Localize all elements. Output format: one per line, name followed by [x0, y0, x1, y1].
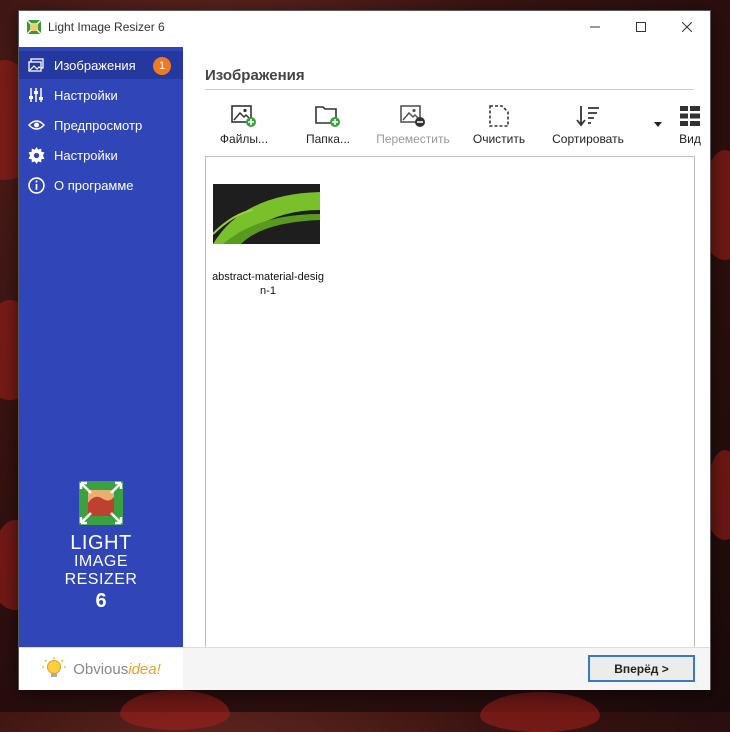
- sidebar-item-images[interactable]: Изображения 1: [19, 51, 183, 79]
- image-list[interactable]: abstract-material-design-1: [205, 156, 695, 649]
- move-label: Переместить: [376, 132, 450, 146]
- obviousidea-logo[interactable]: Obvious idea!: [19, 647, 183, 690]
- image-filename: abstract-material-design-1: [212, 271, 324, 297]
- sidebar-item-label: Изображения: [54, 57, 136, 73]
- gear-icon: [27, 146, 45, 164]
- brand-obvious: Obvious: [73, 660, 129, 678]
- sort-icon: [575, 103, 601, 129]
- main-panel: Изображения Файлы... Папка... Переместит…: [183, 43, 710, 649]
- add-image-icon: [231, 103, 257, 129]
- product-brand: LIGHT IMAGE RESIZER 6: [19, 481, 183, 613]
- bottom-bar: Вперёд >: [183, 647, 710, 690]
- minimize-icon: [590, 26, 600, 28]
- eye-icon: [27, 116, 45, 134]
- maximize-icon: [636, 22, 646, 32]
- background-leaf: [120, 690, 230, 730]
- close-icon: [682, 22, 692, 32]
- brand-version: 6: [95, 590, 107, 612]
- close-button[interactable]: [664, 11, 710, 43]
- page-title: Изображения: [205, 67, 305, 84]
- sort-button[interactable]: Сортировать: [552, 103, 624, 153]
- brand-line-light: LIGHT: [70, 532, 132, 554]
- window-title: Light Image Resizer 6: [48, 20, 165, 34]
- sidebar-item-label: Предпросмотр: [54, 117, 143, 133]
- resizer-logo-icon: [79, 481, 123, 525]
- sidebar-item-label: Настройки: [54, 147, 118, 163]
- view-label: Вид: [679, 132, 701, 146]
- title-bar[interactable]: Light Image Resizer 6: [19, 11, 710, 43]
- sidebar-item-about[interactable]: О программе: [19, 171, 183, 199]
- obviousidea-brand: Obvious idea!: [41, 656, 161, 682]
- background-leaf: [480, 692, 600, 732]
- sidebar-item-settings[interactable]: Настройки: [19, 81, 183, 109]
- clear-button[interactable]: Очистить: [472, 103, 526, 153]
- sort-dropdown-icon[interactable]: [654, 122, 662, 128]
- add-folder-icon: [315, 103, 341, 129]
- add-folder-button[interactable]: Папка...: [301, 103, 355, 153]
- lightbulb-icon: [42, 657, 67, 677]
- app-icon: [27, 20, 41, 34]
- sort-label: Сортировать: [552, 132, 624, 146]
- app-window: Light Image Resizer 6 Изображения 1 Наст…: [19, 11, 710, 690]
- clear-label: Очистить: [472, 132, 526, 146]
- sidebar-item-preview[interactable]: Предпросмотр: [19, 111, 183, 139]
- sidebar-item-app-settings[interactable]: Настройки: [19, 141, 183, 169]
- image-thumbnail[interactable]: [213, 184, 320, 244]
- maximize-button[interactable]: [618, 11, 664, 43]
- move-button[interactable]: Переместить: [376, 103, 450, 153]
- sliders-icon: [27, 86, 45, 104]
- add-folder-label: Папка...: [306, 132, 350, 146]
- images-icon: [27, 56, 45, 74]
- add-files-label: Файлы...: [219, 132, 269, 146]
- add-files-button[interactable]: Файлы...: [219, 103, 269, 153]
- sidebar-item-label: Настройки: [54, 87, 118, 103]
- brand-idea: idea!: [128, 660, 161, 678]
- info-icon: [27, 176, 45, 194]
- sidebar-item-label: О программе: [54, 177, 134, 193]
- view-button[interactable]: Вид: [670, 103, 710, 153]
- brand-line-resizer: RESIZER: [64, 571, 138, 588]
- view-grid-icon: [677, 103, 703, 129]
- minimize-button[interactable]: [572, 11, 618, 43]
- next-button[interactable]: Вперёд >: [588, 655, 695, 682]
- title-divider: [205, 89, 694, 90]
- clear-selection-icon: [486, 103, 512, 129]
- brand-line-image: IMAGE: [73, 553, 129, 570]
- images-count-badge: 1: [153, 57, 171, 75]
- remove-image-icon: [400, 103, 426, 129]
- sidebar: Изображения 1 Настройки Предпросмотр Нас…: [19, 47, 183, 647]
